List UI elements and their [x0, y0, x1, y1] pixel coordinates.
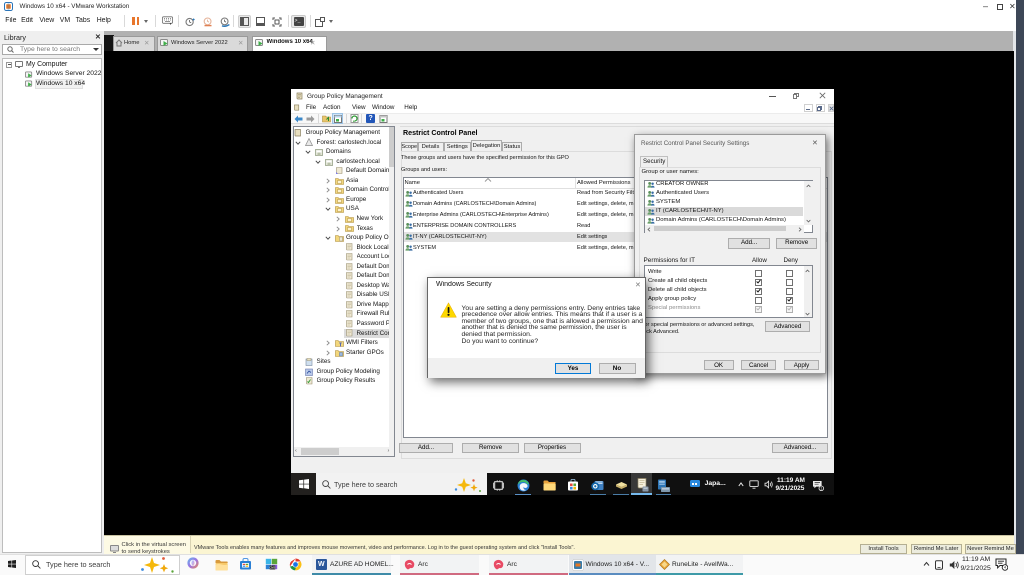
svg-text:CMS: CMS — [269, 566, 275, 570]
svg-text:1: 1 — [821, 486, 823, 490]
